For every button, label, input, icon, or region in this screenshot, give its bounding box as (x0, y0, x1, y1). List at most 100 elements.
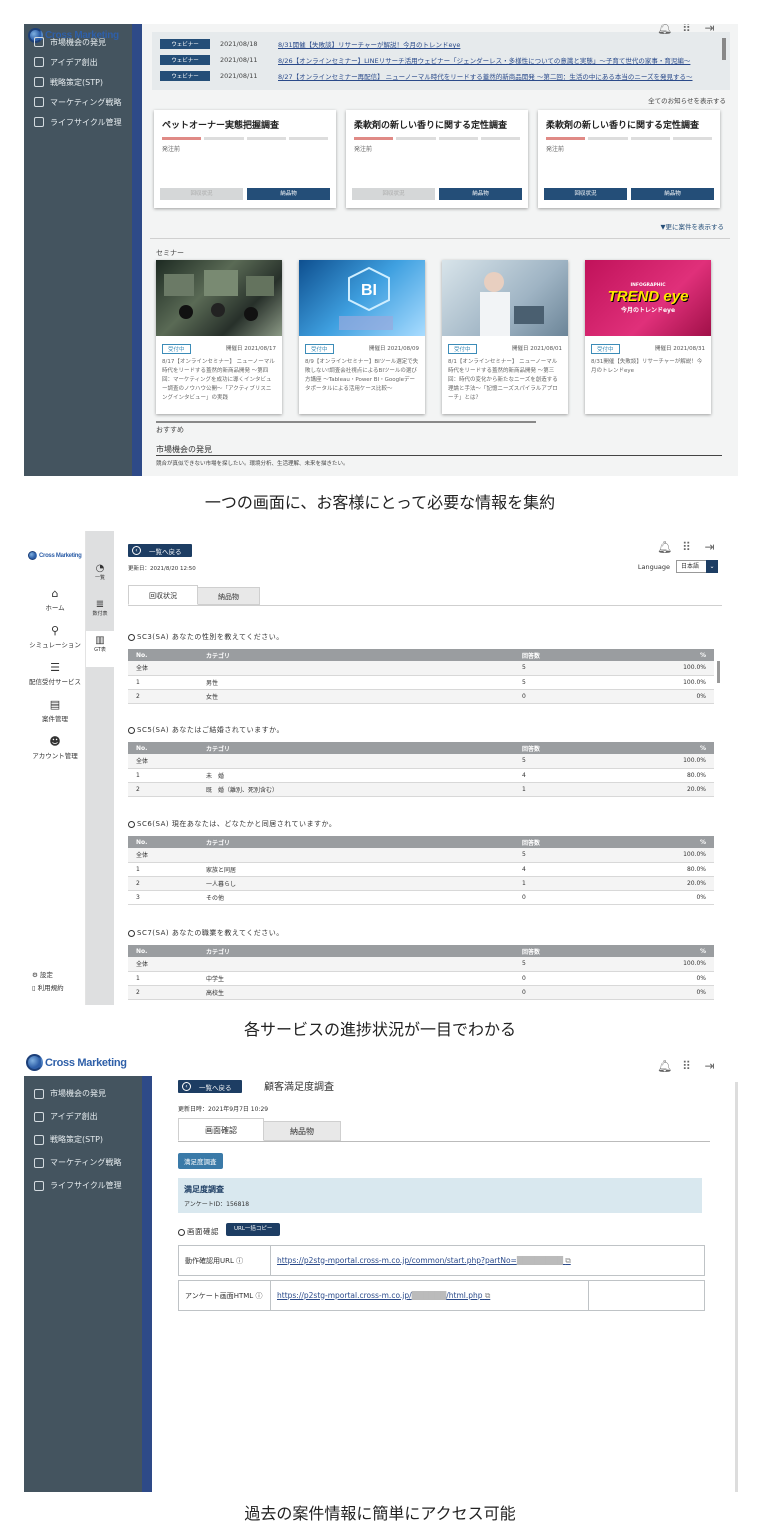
scrollbar[interactable] (735, 1082, 738, 1492)
result-table: No. カテゴリ 回答数% 全体 5 100.0% 1未 婚 4 80.0% 2既 婚（離別… (128, 742, 714, 797)
copy-icon[interactable]: ⧉ (565, 1256, 570, 1265)
brand-logo[interactable]: Cross Marketing (26, 1054, 127, 1071)
tab-screen-check[interactable]: 画面確認 (178, 1118, 264, 1141)
divider (128, 605, 722, 606)
seminar-card[interactable]: 受付中 開催日 2021/08/01 8/1【オンラインセミナー】 ニューノーマル… (442, 260, 568, 414)
sidebar-item-lifecycle[interactable]: ライフサイクル管理 (24, 112, 132, 132)
users-icon: ☻ (49, 735, 61, 748)
table-row: 1 中学生 0 0% (128, 971, 714, 986)
search-icon (34, 1088, 44, 1099)
tab-deliverables[interactable]: 納品物 (264, 1121, 341, 1141)
language-select[interactable]: 日本語 ⌄ (676, 560, 718, 573)
chevron-down-icon: ⌄ (706, 560, 718, 573)
status-badge: 受付中 (448, 344, 477, 354)
subnav-tables[interactable]: ≣ 数付表 (86, 599, 114, 617)
sidebar-item-discovery[interactable]: 市場機会の発見 (24, 32, 132, 52)
logout-icon[interactable]: ⇥ (703, 1060, 716, 1073)
grid-icon[interactable]: ⠿ (680, 541, 693, 554)
seminar-card[interactable]: INFOGRAPHIC TREND eye 今月のトレンドeye 受付中 開催日 … (585, 260, 711, 414)
collection-status-button[interactable]: 回収状況 (544, 188, 627, 200)
cell: 2 (128, 782, 198, 797)
back-button[interactable]: ‹ 一覧へ戻る (128, 544, 192, 557)
case-card[interactable]: 柔軟剤の新しい香りに関する定性調査 発注前 回収状況 納品物 (538, 110, 720, 208)
cell: 0 (514, 890, 614, 905)
bell-icon[interactable]: 🔔︎ (657, 541, 672, 554)
updated-date: 更新日時：2021年9月7日 10:29 (178, 1106, 269, 1113)
case-card[interactable]: ペットオーナー実態把握調査 発注前 回収状況 納品物 (154, 110, 336, 208)
terms-link[interactable]: ▯ 利用規約 (24, 982, 86, 992)
sidebar-item-lifecycle[interactable]: ライフサイクル管理 (24, 1174, 152, 1197)
case-card[interactable]: 柔軟剤の新しい香りに関する定性調査 発注前 回収状況 納品物 (346, 110, 528, 208)
recommend-heading: おすすめ (156, 426, 184, 434)
bell-icon[interactable]: 🔔︎ (657, 24, 672, 35)
seminar-card[interactable]: 受付中 開催日 2021/08/17 8/17【オンラインセミナー】 ニューノーマ… (156, 260, 282, 414)
back-button[interactable]: ‹ 一覧へ戻る (178, 1080, 242, 1093)
deliverables-button[interactable]: 納品物 (439, 188, 522, 200)
brand-name: Cross Marketing (45, 1056, 127, 1069)
url-value-cell[interactable]: https://p2stg-mportal.cross-m.co.jp/████… (270, 1280, 589, 1311)
screenshot-case-detail: Cross Marketing 市場機会の発見 アイデア創出 戦略策定(STP)… (24, 1052, 738, 1492)
url-link-end[interactable]: /html.php (446, 1291, 482, 1300)
grid-icon[interactable]: ⠿ (680, 1060, 693, 1073)
sidebar-item-marketing[interactable]: マーケティング戦略 (24, 92, 132, 112)
news-scrollbar[interactable] (722, 38, 726, 60)
top-icons: 🔔︎ ⠿ ⇥ (657, 24, 716, 35)
more-cases-link[interactable]: ▼更に案件を表示する (661, 221, 725, 231)
sidebar-item-label: ライフサイクル管理 (50, 117, 122, 127)
news-row[interactable]: ウェビナー 2021/08/18 8/31開催【失敗談】リサーチャーが解説！今月のト… (152, 36, 730, 52)
collection-status-button[interactable]: 回収状況 (352, 188, 435, 200)
sidebar-item-stp[interactable]: 戦略策定(STP) (24, 1128, 152, 1151)
sidebar-item-ideas[interactable]: アイデア創出 (24, 52, 132, 72)
sidebar-item-marketing[interactable]: マーケティング戦略 (24, 1151, 152, 1174)
divider (156, 455, 722, 456)
cell: 家族と同居 (198, 862, 514, 877)
sidebar-item-stp[interactable]: 戦略策定(STP) (24, 72, 132, 92)
subnav-label: 一覧 (94, 575, 105, 581)
collection-status-button[interactable]: 回収状況 (160, 188, 243, 200)
brand-logo[interactable]: Cross Marketing (28, 551, 82, 560)
category-chip[interactable]: 満足度調査 (178, 1153, 223, 1169)
logout-icon[interactable]: ⇥ (703, 541, 716, 554)
deliverables-button[interactable]: 納品物 (631, 188, 714, 200)
seminar-heading: セミナー (156, 249, 184, 257)
subnav-gt[interactable]: ▥ GT表 (86, 631, 114, 667)
nav-delivery[interactable]: ☰ 配信受付サービス (24, 661, 86, 686)
url-link[interactable]: https://p2stg-mportal.cross-m.co.jp/comm… (277, 1256, 517, 1265)
col-no: No. (128, 649, 198, 661)
bell-icon[interactable]: 🔔︎ (657, 1060, 672, 1073)
deliverables-button[interactable]: 納品物 (247, 188, 330, 200)
top-icons: 🔔︎ ⠿ ⇥ (657, 1060, 716, 1073)
cell: 100.0% (614, 675, 714, 690)
nav-cases[interactable]: ▤ 案件管理 (24, 698, 86, 723)
subnav-list[interactable]: ◔ 一覧 (86, 563, 114, 581)
settings-link[interactable]: ⚙ 設定 (24, 969, 86, 979)
scrollbar[interactable] (717, 661, 720, 683)
copy-icon[interactable]: ⧉ (485, 1291, 490, 1300)
grid-icon[interactable]: ⠿ (680, 24, 693, 35)
copy-urls-button[interactable]: URL一括コピー (226, 1223, 281, 1236)
sidebar-item-discovery[interactable]: 市場機会の発見 (24, 1082, 152, 1105)
logout-icon[interactable]: ⇥ (703, 24, 716, 35)
terms-label: 利用規約 (37, 984, 64, 992)
news-link[interactable]: 8/27【オンラインセミナー再配信】 ニューノーマル時代をリードする蓋然的新商品… (278, 71, 698, 81)
help-icon[interactable]: ⓘ (236, 1257, 243, 1265)
help-icon[interactable]: ⓘ (255, 1292, 262, 1300)
screenshot-dashboard: Cross Marketing 市場機会の発見 アイデア創出 戦略策定(STP)… (24, 24, 738, 476)
url-link[interactable]: https://p2stg-mportal.cross-m.co.jp/ (277, 1291, 412, 1300)
seminar-card[interactable]: BI 受付中 開催日 2021/08/09 8/9【オンラインセミナー】BIツール… (299, 260, 425, 414)
nav-account[interactable]: ☻ アカウント管理 (24, 735, 86, 760)
sidebar-item-ideas[interactable]: アイデア創出 (24, 1105, 152, 1128)
nav-home[interactable]: ⌂ ホーム (24, 587, 86, 612)
nav-simulation[interactable]: ⚲ シミュレーション (24, 624, 86, 649)
seminar-image: INFOGRAPHIC TREND eye 今月のトレンドeye (585, 260, 711, 336)
tab-collection[interactable]: 回収状況 (128, 585, 198, 605)
news-row[interactable]: ウェビナー 2021/08/11 8/27【オンラインセミナー再配信】 ニューノーマ… (152, 68, 730, 84)
news-row[interactable]: ウェビナー 2021/08/11 8/26【オンラインセミナー】LINEリサーチ活用… (152, 52, 730, 68)
news-link[interactable]: 8/31開催【失敗談】リサーチャーが解説！今月のトレンドeye (278, 39, 698, 49)
col-category: カテゴリ (198, 836, 514, 848)
url-value-cell[interactable]: https://p2stg-mportal.cross-m.co.jp/comm… (270, 1245, 705, 1276)
cell: 全体 (128, 957, 198, 972)
news-link[interactable]: 8/26【オンラインセミナー】LINEリサーチ活用ウェビナー「ジェンダーレス・多… (278, 55, 698, 65)
all-news-link[interactable]: 全てのお知らせを表示する (648, 95, 726, 105)
tab-deliverables[interactable]: 納品物 (198, 587, 260, 605)
